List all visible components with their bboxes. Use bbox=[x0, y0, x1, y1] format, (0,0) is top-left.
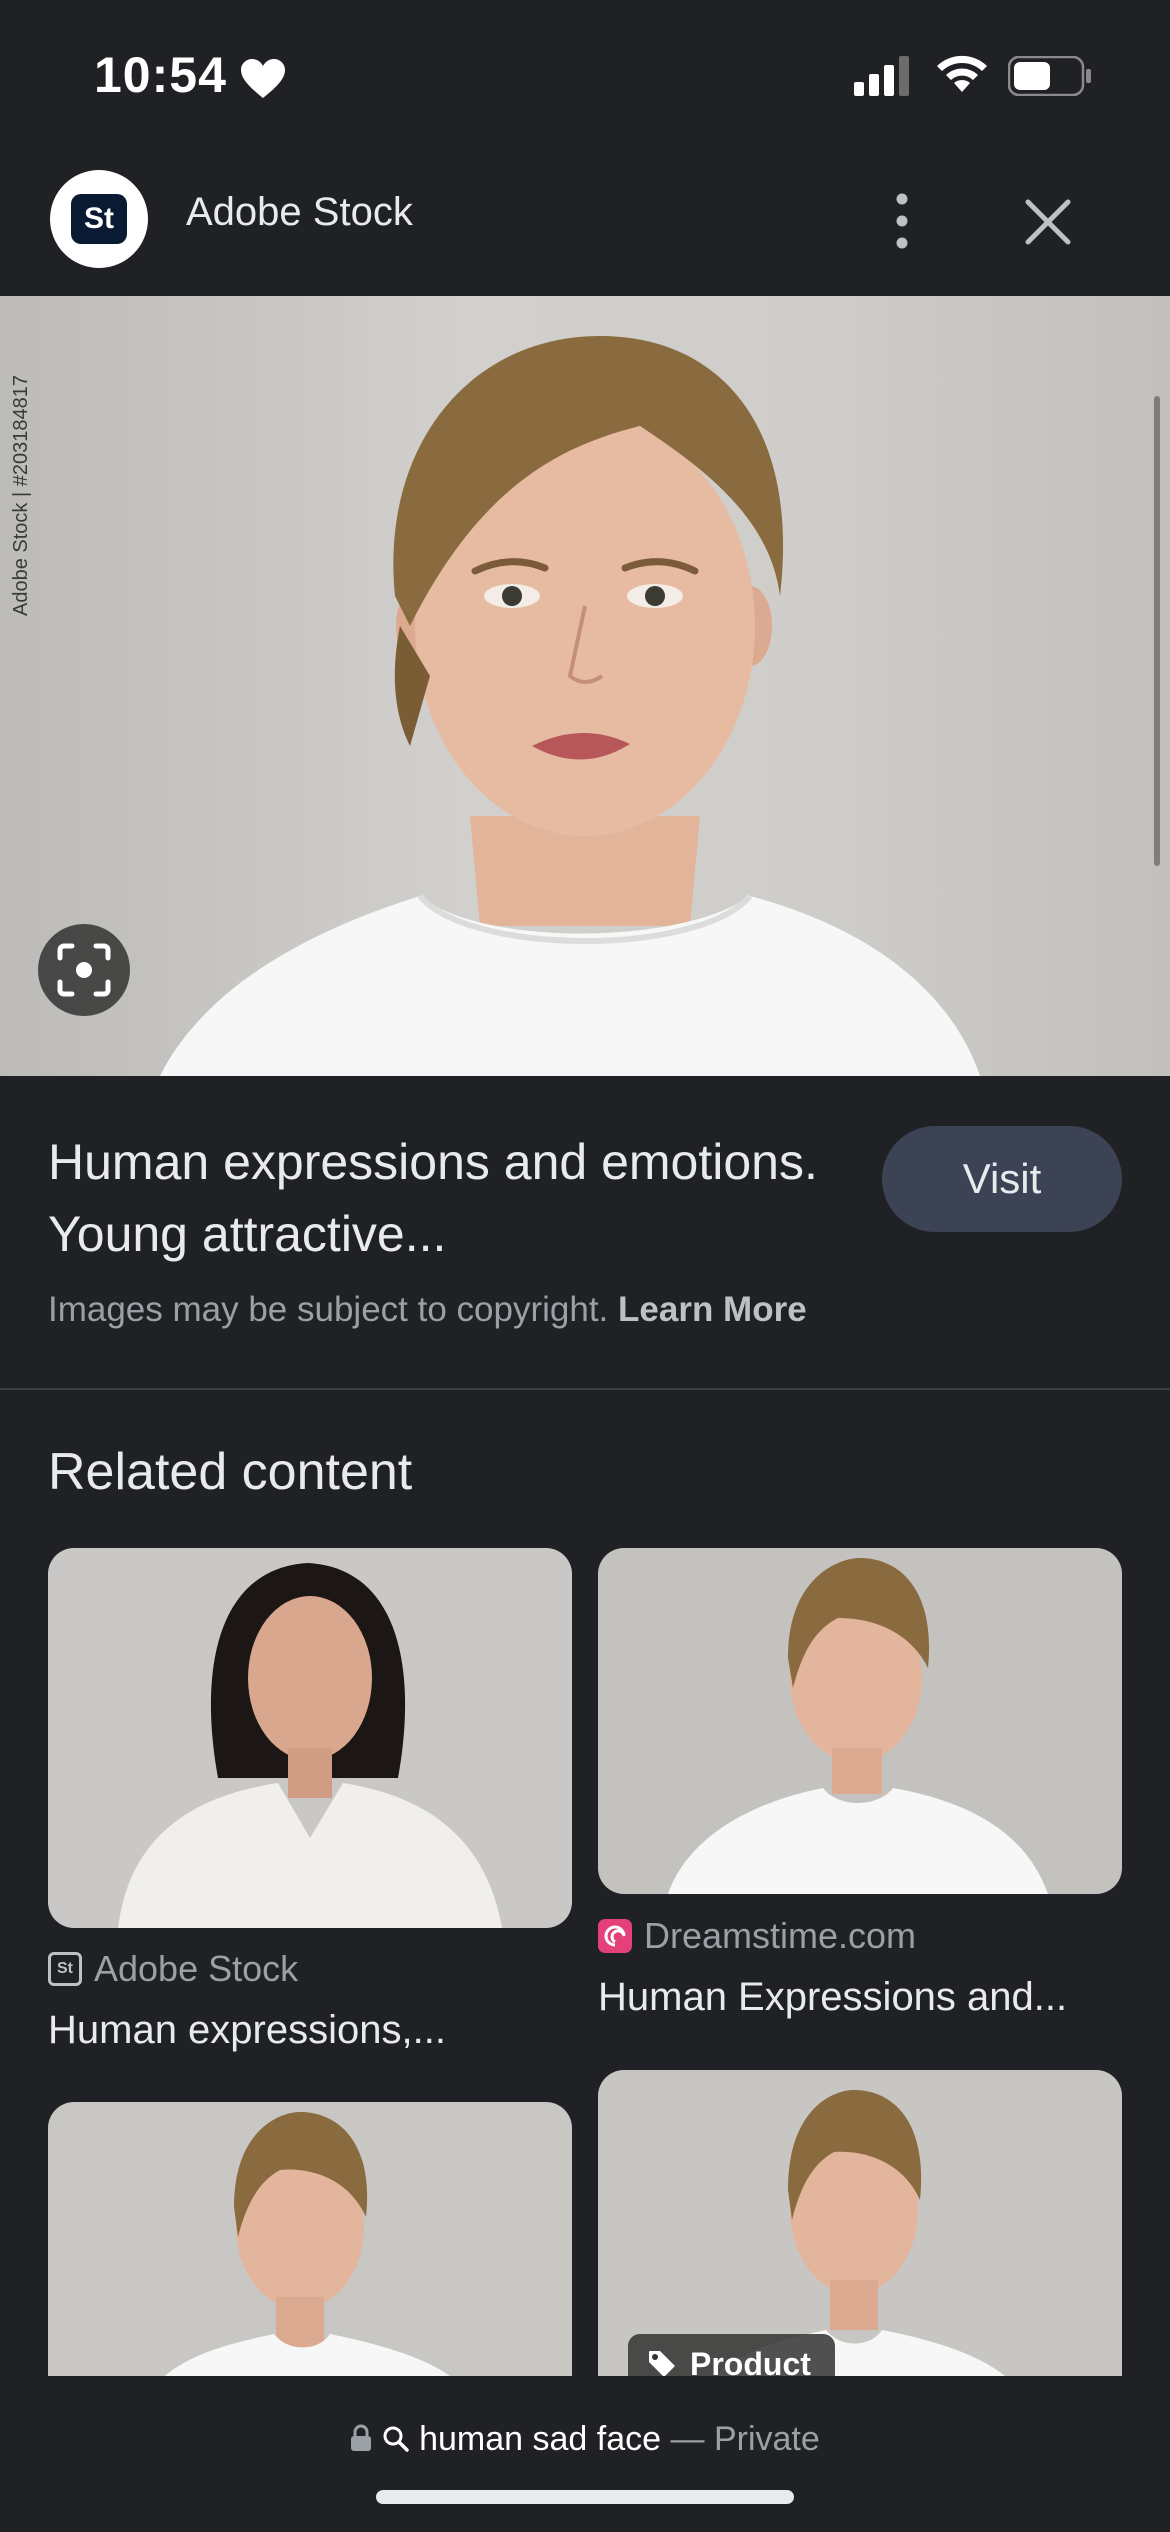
status-time: 10:54 bbox=[94, 47, 227, 103]
lens-search-icon bbox=[57, 943, 111, 997]
status-bar: 10:54 bbox=[0, 0, 1170, 150]
dark-haired-woman-image bbox=[48, 1548, 572, 1928]
copyright-text: Images may be subject to copyright. bbox=[48, 1290, 609, 1329]
close-icon[interactable] bbox=[1020, 194, 1076, 250]
visit-button[interactable]: Visit bbox=[882, 1126, 1122, 1232]
related-card-2-image[interactable] bbox=[598, 1548, 1122, 1894]
wifi-icon bbox=[937, 55, 987, 92]
url-row[interactable]: human sad face — Private bbox=[0, 2420, 1170, 2459]
copyright-notice: Images may be subject to copyright. Lear… bbox=[48, 1290, 807, 1330]
related-card-3-image[interactable] bbox=[48, 2102, 572, 2382]
related-card-2-title[interactable]: Human Expressions and... bbox=[598, 1975, 1067, 2020]
image-info: Human expressions and emotions. Young at… bbox=[0, 1076, 1170, 1390]
related-card-1-image[interactable] bbox=[48, 1548, 572, 1928]
page-header: St Adobe Stock bbox=[0, 150, 1170, 296]
adobe-stock-logo[interactable]: St bbox=[50, 170, 148, 268]
smiling-woman-image bbox=[48, 2102, 572, 2382]
search-icon bbox=[383, 2426, 409, 2452]
main-image[interactable]: Adobe Stock | #203184817 bbox=[0, 296, 1170, 1076]
lock-icon bbox=[351, 2424, 372, 2451]
adobe-stock-favicon-icon: St bbox=[48, 1952, 82, 1986]
related-card-1-title[interactable]: Human expressions,... bbox=[48, 2008, 446, 2053]
bottom-url-bar[interactable]: human sad face — Private bbox=[0, 2376, 1170, 2532]
query-separator: — bbox=[670, 2420, 705, 2458]
source-name: Adobe Stock bbox=[94, 1948, 299, 1989]
divider bbox=[0, 1388, 1170, 1390]
short-haired-woman-image bbox=[598, 1548, 1122, 1894]
learn-more-link[interactable]: Learn More bbox=[618, 1290, 807, 1329]
related-content-heading: Related content bbox=[48, 1443, 413, 1501]
home-indicator[interactable] bbox=[376, 2490, 794, 2504]
lens-button[interactable] bbox=[38, 924, 130, 1016]
private-mode-label: Private bbox=[713, 2420, 820, 2458]
dreamstime-favicon-icon bbox=[598, 1919, 632, 1953]
hero-scrollbar[interactable] bbox=[1154, 396, 1160, 866]
logo-text: St bbox=[71, 194, 127, 244]
source-name: Dreamstime.com bbox=[644, 1915, 917, 1956]
site-title[interactable]: Adobe Stock bbox=[186, 190, 413, 235]
related-card-1-source[interactable]: St Adobe Stock bbox=[48, 1948, 298, 1990]
battery-icon bbox=[1008, 56, 1091, 96]
heart-icon bbox=[241, 59, 285, 98]
signal-icon bbox=[854, 56, 909, 96]
woman-portrait-image bbox=[160, 336, 980, 1076]
related-card-2-source[interactable]: Dreamstime.com bbox=[598, 1915, 916, 1957]
more-vert-icon[interactable] bbox=[880, 186, 924, 256]
image-title[interactable]: Human expressions and emotions. Young at… bbox=[48, 1126, 818, 1270]
search-query: human sad face bbox=[419, 2420, 662, 2458]
image-credit: Adobe Stock | #203184817 bbox=[10, 375, 32, 616]
